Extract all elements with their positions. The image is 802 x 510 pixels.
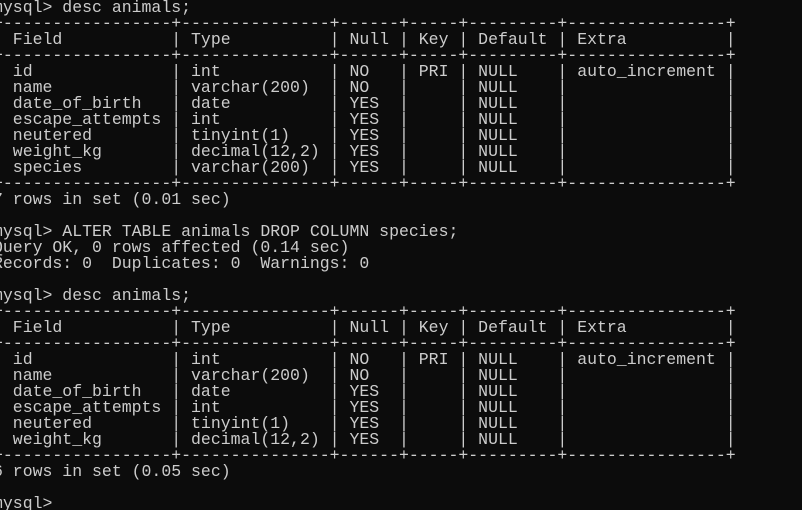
terminal-line: 6 rows in set (0.05 sec) [0,462,231,481]
terminal-line: mysql> [0,494,53,510]
terminal-output[interactable]: mysql> desc animals; +-----------------+-… [0,0,802,510]
terminal-line: Records: 0 Duplicates: 0 Warnings: 0 [0,254,370,273]
terminal-window[interactable]: mysql> desc animals; +-----------------+-… [0,0,802,510]
terminal-line: 7 rows in set (0.01 sec) [0,190,231,209]
